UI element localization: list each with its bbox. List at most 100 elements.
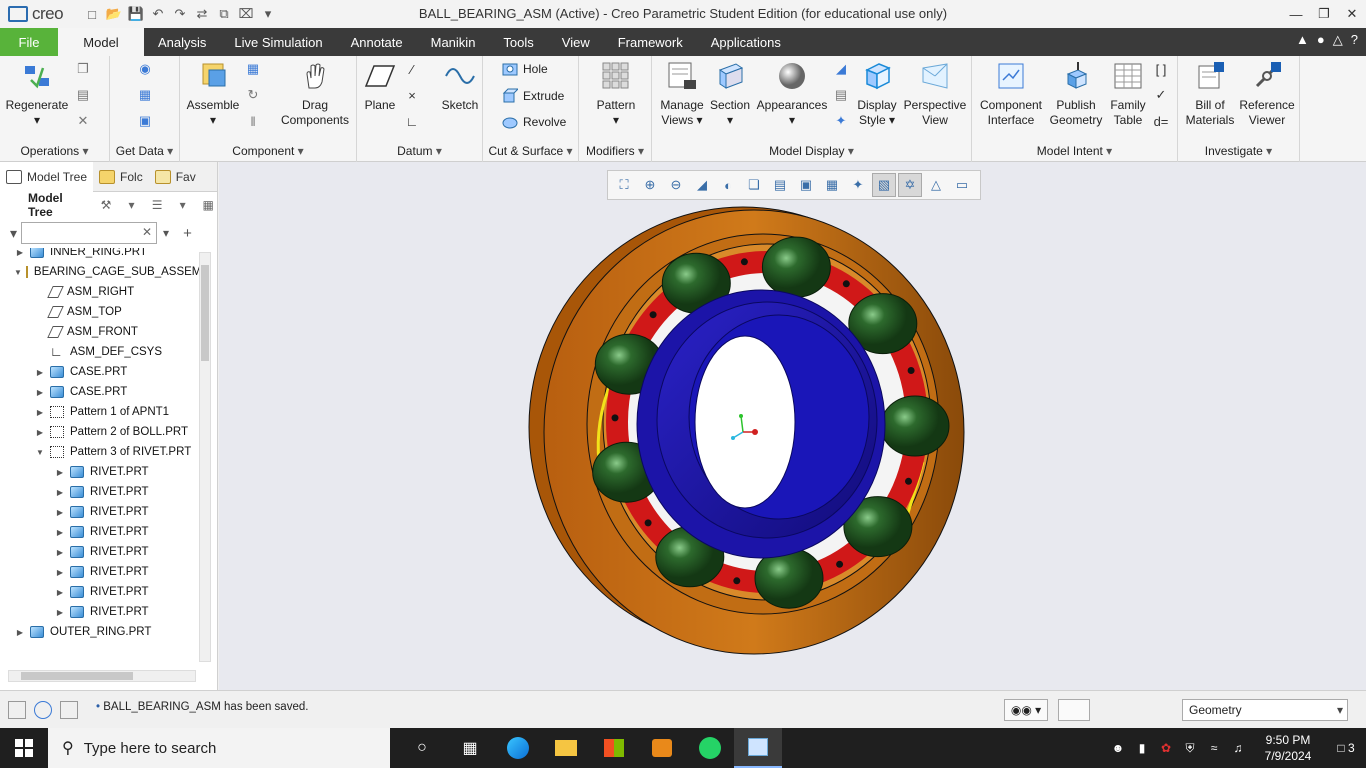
tree-item[interactable]: ASM_RIGHT (0, 282, 200, 302)
redo-icon[interactable]: ↷ (170, 4, 190, 24)
user-defined-feature-icon[interactable]: ◉ (136, 60, 154, 78)
relations-icon[interactable]: d= (1152, 112, 1170, 130)
wifi-icon[interactable]: ≈ (1202, 741, 1226, 755)
new-file-icon[interactable]: □ (82, 4, 102, 24)
expand-arrow-icon[interactable]: ▶ (34, 388, 46, 397)
save-icon[interactable]: 💾 (126, 4, 146, 24)
parameters-icon[interactable]: [ ] (1152, 60, 1170, 78)
mirror-component-icon[interactable]: ‖ (244, 112, 262, 130)
delete-icon[interactable]: ✕ (74, 112, 92, 130)
manage-views-button[interactable]: Manage Views ▾ (656, 60, 708, 128)
component-interface-button[interactable]: Component Interface (976, 60, 1046, 128)
tree-item[interactable]: ▶ OUTER_RING.PRT (0, 622, 200, 642)
tree-item[interactable]: ▶ RIVET.PRT (0, 542, 200, 562)
tree-item[interactable]: ▶ RIVET.PRT (0, 482, 200, 502)
group-investigate-label[interactable]: Investigate (1178, 144, 1299, 158)
group-datum-label[interactable]: Datum (357, 144, 482, 158)
cortana-icon[interactable]: ○ (398, 728, 446, 768)
regenerate-icon[interactable]: ⇄ (192, 4, 212, 24)
family-table-button[interactable]: Family Table (1106, 60, 1150, 128)
bearing-ball[interactable] (880, 395, 950, 457)
search-options-chevron-icon[interactable]: ▾ (163, 226, 169, 240)
tab-framework[interactable]: Framework (604, 28, 697, 56)
tree-filter-options-icon[interactable]: ▦ (199, 196, 217, 214)
creo-taskbar-icon[interactable] (734, 728, 782, 768)
point-icon[interactable]: × (403, 86, 421, 104)
windows-icon[interactable]: ⧉ (214, 4, 234, 24)
app-tray-icon[interactable]: ✿ (1154, 741, 1178, 755)
tree-vertical-scrollbar[interactable] (199, 252, 211, 662)
browser-icon[interactable] (34, 701, 52, 719)
group-model-display-label[interactable]: Model Display (652, 144, 971, 158)
bearing-ball[interactable] (761, 236, 831, 298)
close-icon[interactable]: ✕ (1338, 0, 1366, 28)
collapse-arrow-icon[interactable]: ▼ (14, 268, 22, 277)
assemble-button[interactable]: Assemble ▾ (184, 60, 242, 128)
tree-item[interactable]: ASM_TOP (0, 302, 200, 322)
tree-item[interactable]: ▶ CASE.PRT (0, 382, 200, 402)
graphics-window[interactable]: ⛶ ⊕ ⊖ ◢ ◐ ❏ ▤ ▣ ▦ ✦ ▧ ✡ △ ▭ (219, 162, 1366, 690)
expand-arrow-icon[interactable]: ▶ (54, 508, 66, 517)
revolve-button[interactable]: Revolve (501, 113, 566, 131)
microsoft-store-icon[interactable] (590, 728, 638, 768)
clock[interactable]: 9:50 PM 7/9/2024 (1250, 732, 1326, 764)
expand-arrow-icon[interactable]: ▶ (14, 248, 26, 257)
perspective-view-button[interactable]: Perspective View (902, 60, 968, 128)
tree-item[interactable]: ▶ RIVET.PRT (0, 502, 200, 522)
regenerate-button[interactable]: Regenerate ▾ (6, 60, 68, 128)
minimize-icon[interactable]: — (1282, 0, 1310, 28)
expand-arrow-icon[interactable]: ▶ (54, 568, 66, 577)
tab-applications[interactable]: Applications (697, 28, 795, 56)
restore-icon[interactable]: ❐ (1310, 0, 1338, 28)
tree-item[interactable]: ▶ RIVET.PRT (0, 602, 200, 622)
tree-item[interactable]: ▼ BEARING_CAGE_SUB_ASSEM (0, 262, 200, 282)
expand-arrow-icon[interactable]: ▶ (54, 468, 66, 477)
start-button[interactable] (0, 728, 48, 768)
add-filter-icon[interactable]: + (183, 225, 192, 242)
axis-icon[interactable]: ∕ (403, 60, 421, 78)
expand-arrow-icon[interactable]: ▶ (34, 408, 46, 417)
expand-arrow-icon[interactable]: ▶ (54, 528, 66, 537)
sketch-button[interactable]: Sketch (439, 60, 481, 113)
tree-search-input[interactable] (22, 223, 141, 243)
selection-filter-select[interactable]: Geometry (1182, 699, 1348, 721)
plane-button[interactable]: Plane (361, 60, 399, 113)
appearances-button[interactable]: Appearances ▾ (752, 60, 832, 128)
expand-arrow-icon[interactable]: ▶ (14, 628, 26, 637)
tab-model[interactable]: Model (58, 28, 144, 56)
undo-icon[interactable]: ↶ (148, 4, 168, 24)
taskbar-search[interactable]: ⚲ Type here to search (48, 728, 390, 768)
tab-file[interactable]: File (0, 28, 58, 56)
collapse-arrow-icon[interactable]: ▼ (34, 448, 46, 457)
tab-annotate[interactable]: Annotate (337, 28, 417, 56)
group-model-intent-label[interactable]: Model Intent (972, 144, 1177, 158)
tab-tools[interactable]: Tools (489, 28, 547, 56)
group-modifiers-label[interactable]: Modifiers (579, 144, 651, 158)
volume-icon[interactable]: ♫ (1226, 741, 1250, 755)
reference-viewer-button[interactable]: Reference Viewer (1238, 60, 1296, 128)
whatsapp-icon[interactable] (686, 728, 734, 768)
tab-view[interactable]: View (548, 28, 604, 56)
close-window-icon[interactable]: ⌧ (236, 4, 256, 24)
tree-item[interactable]: ▶ RIVET.PRT (0, 522, 200, 542)
tree-settings-icon[interactable]: ⚒ (97, 196, 115, 214)
expand-arrow-icon[interactable]: ▶ (54, 588, 66, 597)
tree-item[interactable]: ▶ CASE.PRT (0, 362, 200, 382)
pattern-button[interactable]: Pattern ▾ (589, 60, 643, 128)
minimize-ribbon-icon[interactable]: ▲ (1296, 32, 1309, 48)
publish-geometry-button[interactable]: Publish Geometry (1046, 60, 1106, 128)
group-operations-label[interactable]: Operations (0, 144, 109, 158)
selection-filter-toggle[interactable] (1058, 699, 1090, 721)
drag-components-button[interactable]: Drag Components (276, 60, 354, 128)
help-bulb-icon[interactable]: ● (1317, 32, 1325, 48)
tab-manikin[interactable]: Manikin (417, 28, 490, 56)
show-menu-icon[interactable]: ☰ (148, 196, 166, 214)
hole-button[interactable]: Hole (501, 60, 548, 78)
tree-item[interactable]: ∟ ASM_DEF_CSYS (0, 342, 200, 362)
learning-icon[interactable]: △ (1333, 32, 1343, 48)
tree-item[interactable]: ▶ RIVET.PRT (0, 582, 200, 602)
paste-icon[interactable]: ▤ (74, 86, 92, 104)
group-component-label[interactable]: Component (180, 144, 356, 158)
csys-icon[interactable]: ∟ (403, 112, 421, 130)
full-screen-icon[interactable] (60, 701, 78, 719)
